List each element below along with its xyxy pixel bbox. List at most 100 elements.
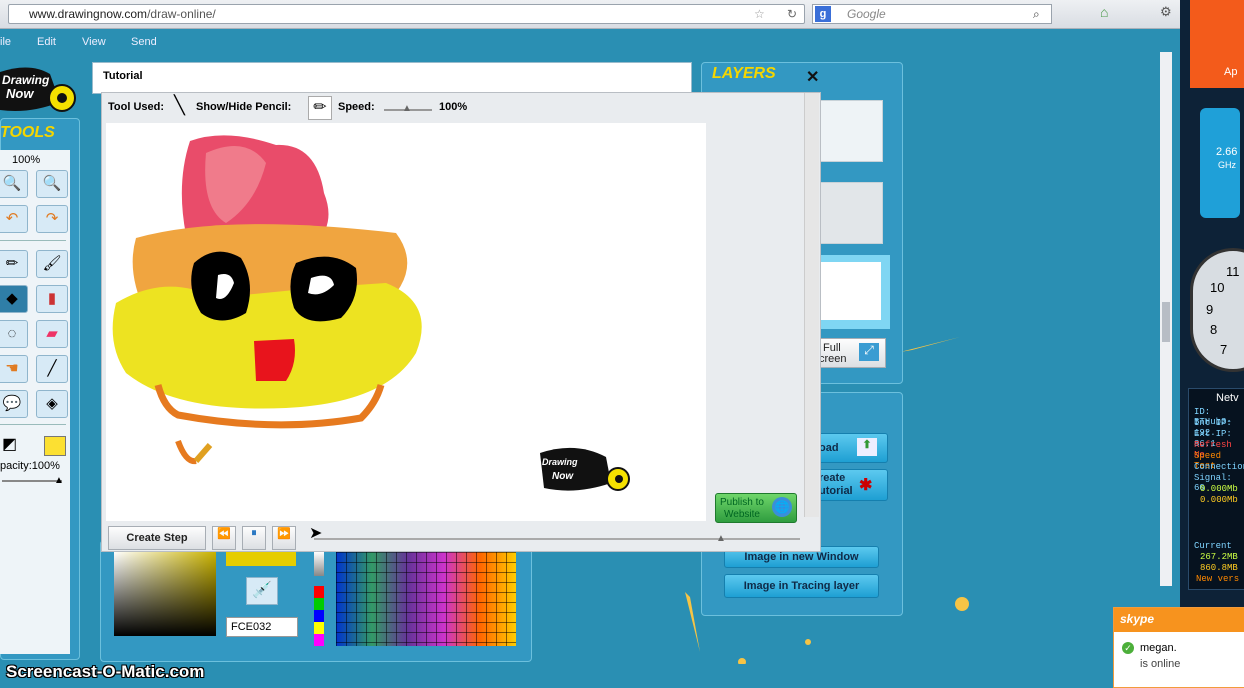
skype-contact-name: megan. <box>1140 642 1177 654</box>
search-icon[interactable]: ⌕ <box>1033 5 1040 23</box>
network-line: 0.000Mb <box>1200 495 1238 505</box>
tools-menu-icon[interactable]: ⚙ <box>1160 4 1172 20</box>
image-tracing-layer-button[interactable]: Image in Tracing layer <box>724 574 879 598</box>
desktop-gadget-strip: Ap 2.66 GHz 10 11 9 8 7 Netv ID: BTHub3-… <box>1180 0 1244 686</box>
full-screen-button[interactable]: Full creen ⤢ <box>818 338 886 368</box>
google-search-field[interactable]: g Google ⌕ <box>812 4 1052 24</box>
expand-icon: ⤢ <box>859 343 879 361</box>
home-icon[interactable]: ⌂ <box>1100 4 1108 20</box>
layer-thumb[interactable] <box>818 262 881 320</box>
line-tool-used-icon: ╲ <box>174 95 185 115</box>
publish-to-website-button[interactable]: Publish to Website 🌐 <box>715 493 797 523</box>
timeline-track[interactable] <box>314 538 800 540</box>
app-gadget-label: Ap <box>1224 66 1238 78</box>
eyedropper-icon[interactable]: 💉 <box>246 577 278 605</box>
menu-file[interactable]: ile <box>0 36 11 48</box>
skype-contact-status: is online <box>1140 658 1181 670</box>
svg-text:Drawing: Drawing <box>542 457 578 467</box>
browser-address-bar: www.drawingnow.com/draw-online/ ☆ ↻ g Go… <box>0 0 1180 29</box>
svg-text:Now: Now <box>6 86 34 101</box>
reload-icon[interactable]: ↻ <box>787 5 797 23</box>
url-field[interactable]: www.drawingnow.com/draw-online/ ☆ ↻ <box>8 4 805 24</box>
zoom-in-icon[interactable]: 🔍 <box>36 170 68 198</box>
tools-box: 100% 🔍 🔍 ↶ ↷ ✏ 🖌 ◆ ▮ ◌ ▰ ☚ ╱ 💬 ◈ ◩ pacit… <box>0 150 70 654</box>
close-layers-icon[interactable]: ✕ <box>806 67 819 87</box>
layer-thumb[interactable] <box>818 100 883 162</box>
skype-notification[interactable]: skype ✓ megan. is online <box>1113 607 1244 688</box>
network-line: 0.000Mb <box>1200 484 1238 494</box>
menu-send[interactable]: Send <box>131 36 157 48</box>
brightness-strip[interactable] <box>314 552 324 576</box>
tools-title: TOOLS <box>0 124 55 141</box>
current-color-swatch[interactable] <box>44 436 66 456</box>
tutorial-title: Tutorial <box>103 70 143 82</box>
show-hide-pencil-button[interactable]: ✏ <box>308 96 332 120</box>
svg-text:Drawing: Drawing <box>2 73 50 87</box>
menu-view[interactable]: View <box>82 36 106 48</box>
svg-text:Now: Now <box>552 471 574 482</box>
drawingnow-logo[interactable]: Drawing Now <box>0 62 80 118</box>
bucket-swatch-icon[interactable]: ◩ <box>2 434 17 454</box>
opacity-slider-thumb[interactable]: ▲ <box>54 475 64 486</box>
basic-colors-strip[interactable] <box>314 586 324 646</box>
online-status-icon: ✓ <box>1122 642 1134 654</box>
pause-button[interactable]: ⏸ <box>242 526 266 550</box>
recorder-watermark-bar: Screencast-O-Matic.com <box>0 662 1180 686</box>
publish-label-1: Publish to <box>720 497 764 508</box>
create-tutorial-label-1: reate <box>819 472 846 484</box>
speed-label: Speed: <box>338 101 375 113</box>
star-icon[interactable]: ☆ <box>754 5 765 23</box>
pencil-tool-icon[interactable]: ✏ <box>0 250 28 278</box>
network-line: Connection <box>1194 462 1244 472</box>
upload-icon: ⬆ <box>857 438 877 456</box>
spray-can-icon[interactable]: ▮ <box>36 285 68 313</box>
eraser-icon[interactable]: ▰ <box>36 320 68 348</box>
logo-mascot-icon: Drawing Now <box>0 67 76 112</box>
upload-label: oad <box>819 442 839 454</box>
create-tutorial-button[interactable]: reate utorial ✱ <box>818 469 888 501</box>
brush-tool-icon[interactable]: 🖌 <box>36 250 68 278</box>
show-hide-pencil-label: Show/Hide Pencil: <box>196 101 292 113</box>
text-bubble-icon[interactable]: 💬 <box>0 390 28 418</box>
upload-button[interactable]: oad ⬆ <box>818 433 888 463</box>
divider <box>0 424 66 425</box>
opacity-slider[interactable] <box>2 480 62 482</box>
clock-number: 11 <box>1226 264 1240 279</box>
tool-used-label: Tool Used: <box>108 101 165 113</box>
forward-button[interactable]: ⏩ <box>272 526 296 550</box>
clock-number: 9 <box>1206 302 1214 317</box>
zoom-level: 100% <box>12 154 41 166</box>
smudge-icon[interactable]: ☚ <box>0 355 28 383</box>
color-gradient-picker[interactable] <box>114 552 216 636</box>
scrollbar[interactable] <box>804 93 819 517</box>
redo-icon[interactable]: ↷ <box>36 205 68 233</box>
network-title: Netv <box>1216 392 1239 404</box>
clock-number: 8 <box>1210 322 1218 337</box>
rewind-button[interactable]: ⏪ <box>212 526 236 550</box>
menu-edit[interactable]: Edit <box>37 36 56 48</box>
line-tool-icon[interactable]: ╱ <box>36 355 68 383</box>
speed-slider-thumb[interactable]: ▲ <box>402 103 412 114</box>
record-icon: ✱ <box>859 477 873 494</box>
usage-line: 267.2MB <box>1200 552 1238 562</box>
zoom-out-icon[interactable]: 🔍 <box>0 170 28 198</box>
timeline-thumb[interactable]: ▲ <box>716 533 726 544</box>
speed-value: 100% <box>439 101 468 113</box>
cpu-unit: GHz <box>1218 160 1236 170</box>
create-step-button[interactable]: Create Step <box>108 526 206 550</box>
fill-bucket-icon[interactable]: ◆ <box>0 285 28 313</box>
lasso-icon[interactable]: ◌ <box>0 320 28 348</box>
full-screen-label-2: creen <box>819 353 847 365</box>
clock-number: 7 <box>1220 342 1228 357</box>
layer-thumb[interactable] <box>818 182 883 244</box>
paint-bucket-icon[interactable]: ◈ <box>36 390 68 418</box>
color-palette-grid[interactable] <box>336 552 516 646</box>
url-host: www.drawingnow.com <box>29 7 148 21</box>
app-menu-bar: ile Edit View Send <box>0 32 1160 52</box>
drawing-canvas[interactable]: Drawing Now <box>106 123 706 521</box>
undo-icon[interactable]: ↶ <box>0 205 28 233</box>
opacity-label: pacity:100% <box>0 460 60 472</box>
hex-color-field[interactable]: FCE032 <box>226 617 298 637</box>
google-g-icon: g <box>815 6 831 22</box>
clock-number: 10 <box>1210 280 1225 295</box>
